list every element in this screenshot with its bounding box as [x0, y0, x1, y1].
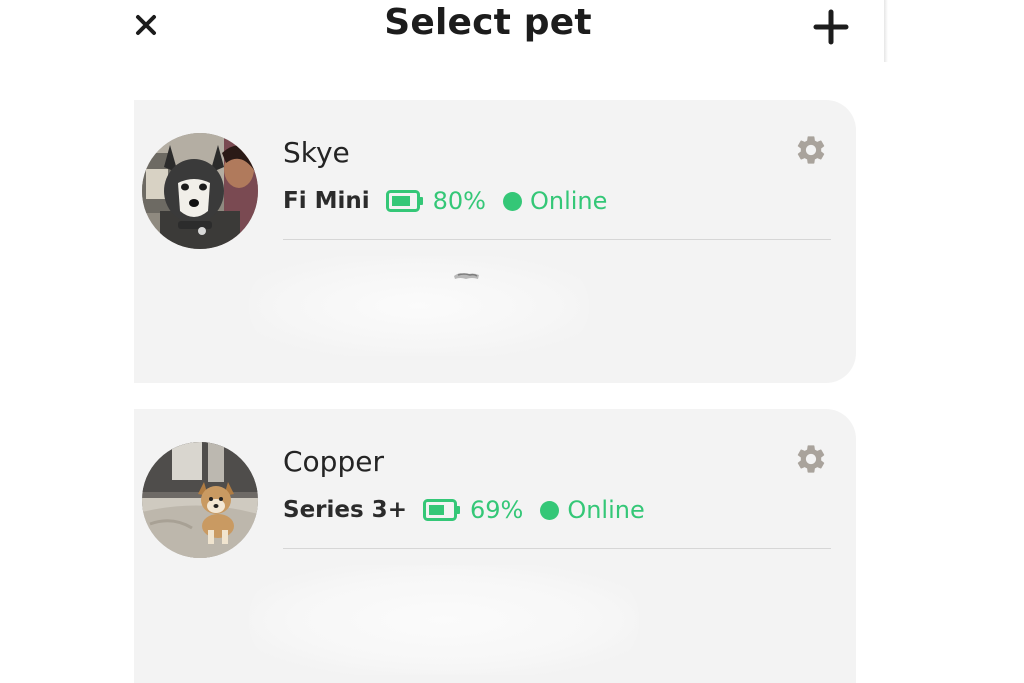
device-name: Series 3+ [283, 497, 407, 523]
gear-icon [797, 136, 825, 164]
add-pet-button[interactable] [812, 8, 850, 46]
select-pet-screen: Select pet Skye Fi Mini 80% Online Coppe… [0, 0, 1024, 683]
device-name: Fi Mini [283, 188, 370, 214]
pet-card-copper[interactable]: Copper Series 3+ 69% Online [134, 409, 856, 683]
online-status-dot [540, 500, 560, 520]
online-status-dot [502, 191, 522, 211]
card-divider [283, 548, 831, 549]
card-divider [283, 239, 831, 240]
pet-avatar-copper [142, 442, 258, 558]
plus-icon [813, 9, 849, 45]
device-status-row: Series 3+ 69% Online [283, 495, 645, 525]
pet-avatar-skye [142, 133, 258, 249]
battery-percentage: 80% [432, 187, 486, 215]
online-status-text: Online [567, 496, 645, 524]
gear-icon [797, 445, 825, 473]
pet-name: Copper [283, 445, 384, 478]
pet-name: Skye [283, 136, 350, 169]
map-preview-loading [249, 256, 589, 356]
map-preview-loading [249, 565, 639, 675]
pet-settings-button[interactable] [792, 440, 830, 478]
device-status-row: Fi Mini 80% Online [283, 186, 607, 216]
pet-card-skye[interactable]: Skye Fi Mini 80% Online [134, 100, 856, 383]
pet-settings-button[interactable] [792, 131, 830, 169]
battery-icon [422, 499, 461, 521]
loading-indicator-icon [452, 267, 482, 286]
battery-percentage: 69% [469, 496, 524, 524]
battery-icon [385, 190, 424, 212]
online-status-text: Online [529, 187, 608, 215]
